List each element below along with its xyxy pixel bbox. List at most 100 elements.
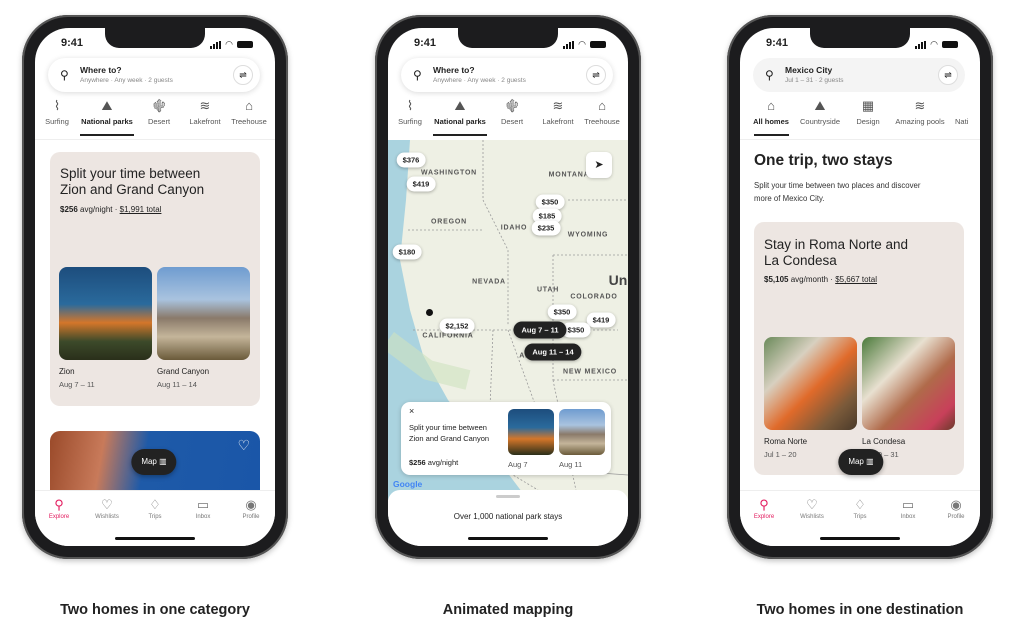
split-stay-card[interactable]: Stay in Roma Norte and La Condesa $5,105… — [754, 222, 964, 475]
screen: 9:41 ◠ ⚲ Where to? Anywhere · Any week · 2… — [388, 28, 628, 546]
home-indicator — [820, 537, 900, 540]
price-total[interactable]: $5,667 total — [835, 275, 877, 284]
message-icon: ▭ — [901, 497, 915, 512]
tab-explore[interactable]: ⚲ Explore — [740, 497, 788, 520]
tab-profile[interactable]: ◉ Profile — [227, 497, 275, 520]
home-indicator — [115, 537, 195, 540]
status-time: 9:41 — [414, 37, 437, 49]
price-pin[interactable]: $180 — [392, 244, 422, 260]
price-pin[interactable]: $419 — [586, 312, 616, 328]
tab-trips[interactable]: ♢ Trips — [131, 497, 179, 520]
state-label: COLORADO — [570, 293, 618, 301]
tab-trips[interactable]: ♢ Trips — [836, 497, 884, 520]
tab-wishlists[interactable]: ♡ Wishlists — [83, 497, 131, 520]
price-amount: $5,105 — [764, 275, 789, 284]
google-logo: Google — [393, 479, 423, 489]
grand-canyon-photo[interactable] — [157, 267, 250, 360]
trip-date-pin[interactable]: Aug 7 – 11 — [513, 321, 567, 339]
tab-inbox[interactable]: ▭ Inbox — [179, 497, 227, 520]
category-label: Treehouse — [231, 117, 267, 126]
status-time: 9:41 — [61, 37, 84, 49]
search-title: Where to? — [433, 65, 475, 75]
wifi-icon: ◠ — [578, 39, 586, 49]
filter-icon[interactable]: ⇌ — [938, 65, 958, 85]
trip-date-pin[interactable]: Aug 11 – 14 — [524, 343, 582, 361]
stay-dates: Aug 11 – 14 — [157, 380, 197, 389]
active-tab-underline — [754, 134, 789, 136]
search-bar[interactable]: ⚲ Where to? Anywhere · Any week · 2 guests… — [401, 58, 613, 92]
stay-dates: Jul 1 – 20 — [764, 450, 797, 459]
heart-icon: ♡ — [101, 497, 113, 512]
close-icon[interactable]: × — [409, 406, 414, 416]
search-icon: ⚲ — [765, 68, 774, 82]
stay-date: Aug 7 — [508, 460, 528, 469]
price-pin[interactable]: $350 — [535, 194, 565, 210]
heart-icon[interactable]: ♡ — [237, 437, 250, 454]
price-pin[interactable]: $350 — [547, 304, 577, 320]
category-amazing-pools[interactable]: ≋ Amazing pools — [890, 98, 950, 126]
treehouse-icon: ⌂ — [245, 98, 253, 113]
signal-icon — [915, 40, 927, 49]
category-treehouse[interactable]: ⌂ Treehouse — [219, 98, 275, 126]
tab-explore[interactable]: ⚲ Explore — [35, 497, 83, 520]
divider — [740, 139, 980, 140]
map-trip-card[interactable]: × Split your time between Zion and Grand… — [401, 402, 611, 475]
tab-label: Profile — [242, 514, 260, 520]
caption-destination: Two homes in one destination — [756, 602, 964, 618]
battery-icon — [237, 41, 253, 48]
price-pin[interactable]: $235 — [531, 220, 561, 236]
card-title: Split your time between Zion and Grand C… — [409, 423, 490, 443]
zion-photo — [508, 409, 554, 455]
roma-norte-photo[interactable] — [764, 337, 857, 430]
state-label: NEW MEXICO — [563, 368, 617, 376]
phone-destination: 9:41 ◠ ⚲ Mexico City Jul 1 – 31 · 2 guests… — [727, 15, 993, 559]
battery-icon — [942, 41, 958, 48]
caption-category: Two homes in one category — [60, 602, 250, 618]
tab-inbox[interactable]: ▭ Inbox — [884, 497, 932, 520]
price-pin[interactable]: $419 — [406, 176, 436, 192]
tab-wishlists[interactable]: ♡ Wishlists — [788, 497, 836, 520]
tab-label: Explore — [753, 514, 775, 520]
category-national-parks[interactable]: Nati — [955, 98, 968, 126]
zion-photo[interactable] — [59, 267, 152, 360]
tab-profile[interactable]: ◉ Profile — [932, 497, 980, 520]
stay-name: Roma Norte — [764, 437, 808, 446]
state-label: CALIFORNIA — [422, 332, 474, 340]
stay-name: Zion — [59, 367, 75, 376]
category-label: National parks — [434, 117, 486, 126]
map-button[interactable]: Map ▥ — [838, 449, 884, 475]
search-icon: ⚲ — [413, 68, 422, 82]
tab-label: Trips — [148, 514, 162, 520]
map[interactable]: WASHINGTON MONTANA OREGON IDAHO WYOMING … — [388, 140, 628, 500]
category-label: National parks — [81, 117, 133, 126]
location-arrow-icon[interactable]: ➤ — [586, 152, 612, 178]
drag-handle[interactable] — [496, 495, 520, 498]
stay-dates: Aug 7 – 11 — [59, 380, 95, 389]
split-stay-card[interactable]: Split your time between Zion and Grand C… — [50, 152, 260, 406]
battery-icon — [590, 41, 606, 48]
category-design[interactable]: ▦ Design — [838, 98, 898, 126]
map-button[interactable]: Map ▥ — [131, 449, 177, 475]
notch — [810, 28, 910, 48]
tab-label: Inbox — [900, 514, 916, 520]
price-pin[interactable]: $2,152 — [439, 318, 475, 334]
wifi-icon: ◠ — [930, 39, 938, 49]
state-label: UTAH — [536, 286, 560, 294]
profile-icon: ◉ — [950, 497, 962, 512]
state-label: MONTANA — [548, 171, 590, 179]
tab-label: Wishlists — [800, 514, 824, 520]
price-pin[interactable]: $376 — [396, 152, 426, 168]
search-subtitle: Anywhere · Any week · 2 guests — [80, 77, 173, 84]
category-national-parks[interactable]: ⛰ National parks — [77, 98, 137, 126]
location-dot — [426, 309, 433, 316]
search-bar[interactable]: ⚲ Mexico City Jul 1 – 31 · 2 guests ⇌ — [753, 58, 965, 92]
la-condesa-photo[interactable] — [862, 337, 955, 430]
search-icon: ⚲ — [759, 497, 769, 512]
price-total[interactable]: $1,991 total — [120, 205, 162, 214]
filter-icon[interactable]: ⇌ — [586, 65, 606, 85]
filter-icon[interactable]: ⇌ — [233, 65, 253, 85]
tab-label: Wishlists — [95, 514, 119, 520]
search-bar[interactable]: ⚲ Where to? Anywhere · Any week · 2 guests… — [48, 58, 260, 92]
category-national-parks[interactable]: ⛰ National parks — [430, 98, 490, 126]
category-treehouse[interactable]: ⌂ Treehouse — [572, 98, 628, 126]
